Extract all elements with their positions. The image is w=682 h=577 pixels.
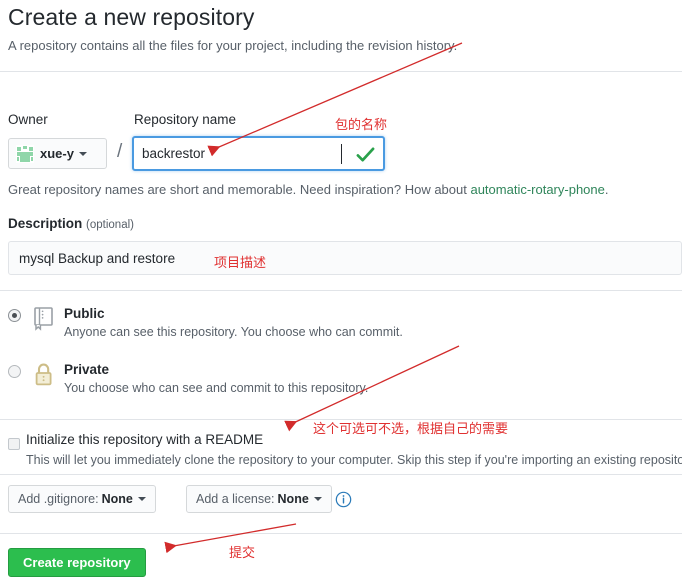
- identicon-avatar: [16, 144, 34, 163]
- public-description: Anyone can see this repository. You choo…: [64, 325, 403, 339]
- visibility-option-private[interactable]: Private You choose who can see and commi…: [8, 362, 668, 402]
- annotation-repo-name: 包的名称: [335, 118, 388, 133]
- description-label-text: Description: [8, 216, 83, 231]
- repo-book-icon: [34, 307, 53, 331]
- readme-checkbox[interactable]: [8, 438, 20, 450]
- info-circle-icon[interactable]: [335, 491, 352, 508]
- description-input[interactable]: [9, 242, 681, 274]
- license-value: None: [277, 492, 309, 506]
- annotation-description: 项目描述: [214, 256, 267, 271]
- caret-down-icon: [78, 151, 87, 156]
- repository-name-hint: Great repository names are short and mem…: [8, 182, 609, 197]
- visibility-option-public[interactable]: Public Anyone can see this repository. Y…: [8, 306, 668, 346]
- hint-suffix: .: [604, 182, 609, 197]
- owner-name: xue-y: [40, 146, 74, 161]
- page-title: Create a new repository: [8, 4, 255, 30]
- gitignore-value: None: [101, 492, 133, 506]
- radio-public[interactable]: [8, 309, 21, 322]
- owner-dropdown[interactable]: xue-y: [8, 138, 107, 169]
- readme-label: Initialize this repository with a README: [26, 432, 264, 447]
- description-optional-text: (optional): [86, 219, 134, 231]
- suggested-name[interactable]: automatic-rotary-phone: [470, 182, 604, 197]
- create-repository-page: Create a new repository A repository con…: [0, 0, 682, 577]
- repository-name-field[interactable]: [132, 136, 385, 171]
- radio-private[interactable]: [8, 365, 21, 378]
- gitignore-dropdown[interactable]: Add .gitignore: None: [8, 485, 156, 513]
- owner-repo-separator: /: [117, 141, 123, 162]
- annotation-readme: 这个可选可不选，根据自己的需要: [313, 422, 509, 437]
- readme-description: This will let you immediately clone the …: [26, 453, 682, 467]
- gitignore-prefix: Add .gitignore:: [18, 492, 99, 506]
- page-subtitle: A repository contains all the files for …: [8, 38, 458, 53]
- description-label: Description (optional): [8, 216, 134, 231]
- license-dropdown[interactable]: Add a license: None: [186, 485, 332, 513]
- repository-name-label: Repository name: [134, 112, 237, 127]
- text-cursor: [341, 144, 342, 164]
- divider-header: [0, 71, 682, 72]
- annotation-submit: 提交: [229, 546, 256, 561]
- description-field[interactable]: [8, 241, 682, 275]
- owner-label: Owner: [8, 112, 48, 127]
- license-prefix: Add a license:: [196, 492, 275, 506]
- arrow-to-repo-name: [207, 42, 463, 157]
- hint-prefix: Great repository names are short and mem…: [8, 182, 471, 197]
- divider-submit: [0, 533, 682, 534]
- repository-name-input[interactable]: [134, 138, 383, 169]
- lock-icon: [35, 363, 52, 386]
- private-title: Private: [64, 362, 110, 377]
- public-title: Public: [64, 306, 105, 321]
- divider-description: [0, 290, 682, 291]
- caret-down-icon: [137, 497, 146, 501]
- divider-readme: [0, 474, 682, 475]
- create-repository-button-label: Create repository: [23, 555, 131, 570]
- caret-down-icon: [313, 497, 322, 501]
- check-icon: [356, 147, 375, 162]
- create-repository-button[interactable]: Create repository: [8, 548, 146, 577]
- private-description: You choose who can see and commit to thi…: [64, 381, 369, 395]
